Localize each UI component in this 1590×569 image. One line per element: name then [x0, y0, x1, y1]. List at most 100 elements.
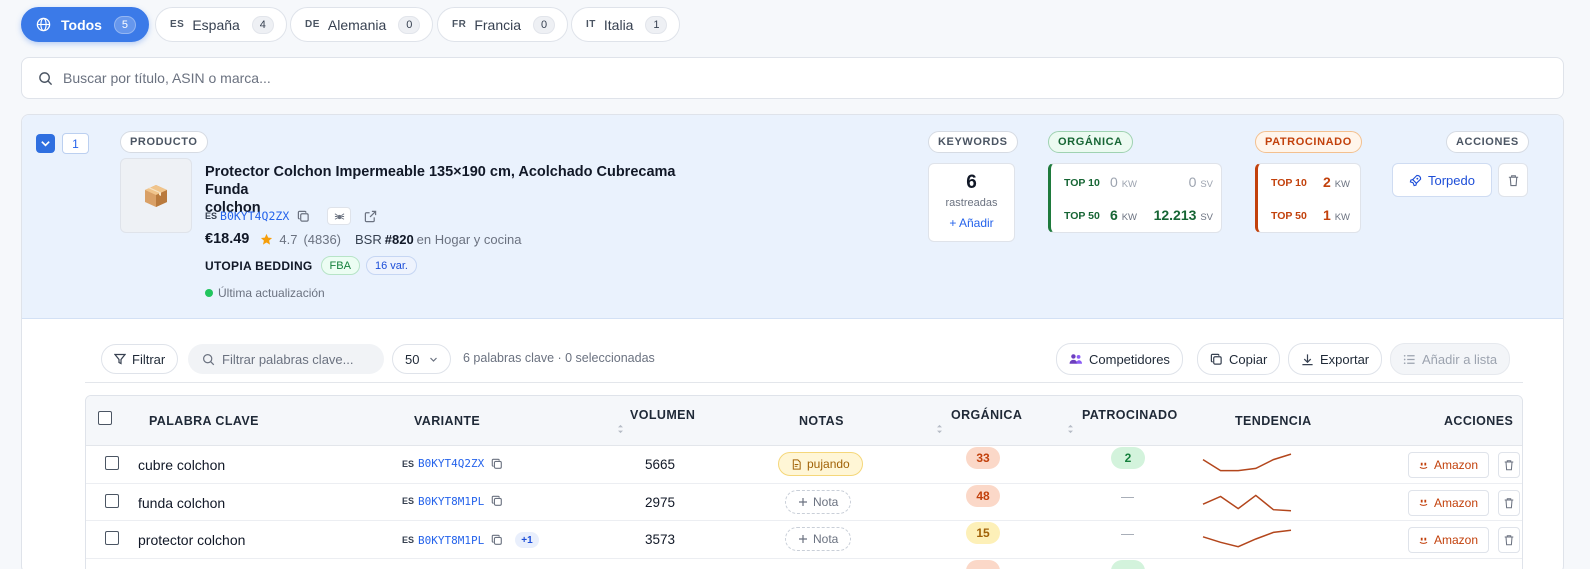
- asin-link[interactable]: B0KYT4Q2ZX: [418, 457, 484, 470]
- sort-icon[interactable]: [617, 424, 624, 434]
- keyword-filter-placeholder: Filtrar palabras clave...: [222, 351, 354, 367]
- add-keyword-button[interactable]: + Añadir: [929, 216, 1014, 230]
- filter-button[interactable]: Filtrar: [101, 344, 179, 374]
- market-pill-label: Alemania: [327, 16, 387, 33]
- product-search[interactable]: Buscar por título, ASIN o marca...: [21, 57, 1564, 99]
- keywords-panel: 6 rastreadas + Añadir: [928, 163, 1015, 242]
- bsr-label: BSR: [355, 231, 382, 247]
- sponsored-rank-empty: —: [1121, 526, 1134, 541]
- chevron-down-icon: [429, 355, 438, 364]
- country-code: ES: [402, 458, 415, 469]
- header-notes: NOTAS: [799, 414, 844, 428]
- copy-icon[interactable]: [491, 495, 503, 507]
- add-to-list-button[interactable]: Añadir a lista: [1390, 343, 1511, 375]
- copy-icon[interactable]: [491, 534, 503, 546]
- copy-icon[interactable]: [491, 458, 503, 470]
- header-variant[interactable]: VARIANTE: [414, 414, 480, 428]
- variant-cell: ES B0KYT4Q2ZX: [402, 457, 503, 470]
- keywords-section-label: KEYWORDS: [928, 131, 1018, 153]
- bsr-rank: #820: [384, 231, 414, 247]
- keyword-text: funda colchon: [138, 494, 226, 511]
- filter-label: Filtrar: [132, 351, 166, 367]
- plus-icon: [798, 534, 808, 544]
- header-sponsored[interactable]: PATROCINADO: [1082, 408, 1178, 422]
- delete-keyword-button[interactable]: [1498, 527, 1520, 553]
- market-pill-it[interactable]: IT Italia 1: [571, 7, 681, 42]
- market-pill-all[interactable]: Todos 5: [21, 7, 149, 42]
- amazon-button[interactable]: Amazon: [1408, 452, 1490, 478]
- amazon-button[interactable]: Amazon: [1408, 489, 1490, 516]
- delete-keyword-button[interactable]: [1498, 489, 1520, 516]
- kw-value: 1: [1323, 207, 1331, 223]
- kw-unit: KW: [1121, 212, 1137, 223]
- row-checkbox[interactable]: [105, 531, 119, 545]
- external-link-icon[interactable]: [364, 210, 377, 223]
- note-chip[interactable]: pujando: [778, 452, 863, 476]
- variants-badge[interactable]: 16 var.: [365, 256, 417, 275]
- market-pill-label: Todos: [61, 16, 102, 33]
- copy-button[interactable]: Copiar: [1197, 343, 1281, 375]
- table-header: PALABRA CLAVE VARIANTE VOLUMEN NOTAS ORG…: [86, 396, 1522, 446]
- trend-sparkline: [1202, 453, 1292, 472]
- delete-keyword-button[interactable]: [1498, 452, 1520, 478]
- country-code: ES: [402, 535, 415, 545]
- header-volume[interactable]: VOLUMEN: [630, 408, 695, 422]
- amazon-button[interactable]: Amazon: [1408, 527, 1490, 553]
- sort-icon[interactable]: [936, 424, 943, 434]
- market-pill-fr[interactable]: FR Francia 0: [437, 7, 569, 42]
- organic-top50-sv: 12.213 SV: [1154, 207, 1213, 223]
- variant-cell: ES B0KYT8M1PL +1: [402, 532, 539, 548]
- market-pill-de[interactable]: DE Alemania 0: [290, 7, 434, 42]
- kw-value: 6: [1110, 207, 1118, 223]
- market-pill-label: España: [192, 16, 240, 33]
- rating: 4.7: [279, 231, 298, 247]
- row-checkbox[interactable]: [105, 456, 119, 470]
- spider-icon[interactable]: [327, 207, 352, 225]
- add-note-button[interactable]: Nota: [785, 527, 852, 551]
- organic-rank-badge: 33: [966, 447, 1000, 469]
- trend-line: [1202, 529, 1292, 548]
- market-pill-count: 0: [533, 15, 556, 34]
- product-title-line: Protector Colchon Impermeable 135×190 cm…: [205, 164, 676, 198]
- header-keyword[interactable]: PALABRA CLAVE: [149, 414, 259, 428]
- copy-icon: [1210, 353, 1223, 366]
- amazon-icon: [1419, 461, 1428, 470]
- copy-icon[interactable]: [297, 210, 310, 223]
- asin-link[interactable]: B0KYT4Q2ZX: [220, 209, 289, 223]
- asin-link[interactable]: B0KYT8M1PL: [418, 534, 484, 547]
- fba-badge: FBA: [320, 256, 360, 275]
- export-button[interactable]: Exportar: [1288, 343, 1383, 375]
- trash-icon: [1507, 174, 1520, 187]
- trend-sparkline: [1202, 529, 1292, 548]
- market-pill-count: 5: [113, 15, 136, 34]
- page-size-select[interactable]: 50: [392, 344, 451, 374]
- note-text: Nota: [813, 494, 839, 509]
- row-checkbox[interactable]: [105, 493, 119, 508]
- plus-icon: [798, 497, 808, 507]
- organic-rank-badge: 15: [966, 522, 1000, 544]
- delete-product-button[interactable]: [1498, 163, 1528, 197]
- competitors-button[interactable]: Competidores: [1056, 343, 1183, 375]
- keywords-sub: rastreadas: [945, 197, 998, 209]
- brand-name: UTOPIA BEDDING: [205, 258, 313, 273]
- more-variants-badge[interactable]: +1: [515, 532, 539, 548]
- keyword-filter-input[interactable]: Filtrar palabras clave...: [188, 344, 384, 374]
- sort-icon[interactable]: [1067, 424, 1074, 434]
- select-all-checkbox[interactable]: [98, 411, 112, 425]
- product-index: 1: [62, 133, 89, 154]
- country-code: ES: [402, 496, 415, 506]
- torpedo-button[interactable]: Torpedo: [1392, 163, 1492, 197]
- asin-link[interactable]: B0KYT8M1PL: [418, 495, 484, 508]
- update-status: Última actualización: [205, 286, 325, 300]
- search-input[interactable]: Buscar por título, ASIN o marca...: [63, 70, 271, 86]
- sponsored-rank-empty: —: [1121, 488, 1134, 504]
- organic-rank-badge: 48: [966, 484, 1000, 507]
- header-organic[interactable]: ORGÁNICA: [951, 408, 1022, 422]
- sv-unit: SV: [1200, 179, 1213, 190]
- market-pill-es[interactable]: ES España 4: [155, 7, 287, 42]
- add-note-button[interactable]: Nota: [785, 489, 852, 514]
- volume-value: 5665: [645, 457, 676, 472]
- product-select-checkbox[interactable]: [36, 134, 55, 153]
- bsr-category: en Hogar y cocina: [416, 231, 522, 247]
- table-row: protector colchon ES B0KYT8M1PL +1 3573 …: [86, 521, 1522, 559]
